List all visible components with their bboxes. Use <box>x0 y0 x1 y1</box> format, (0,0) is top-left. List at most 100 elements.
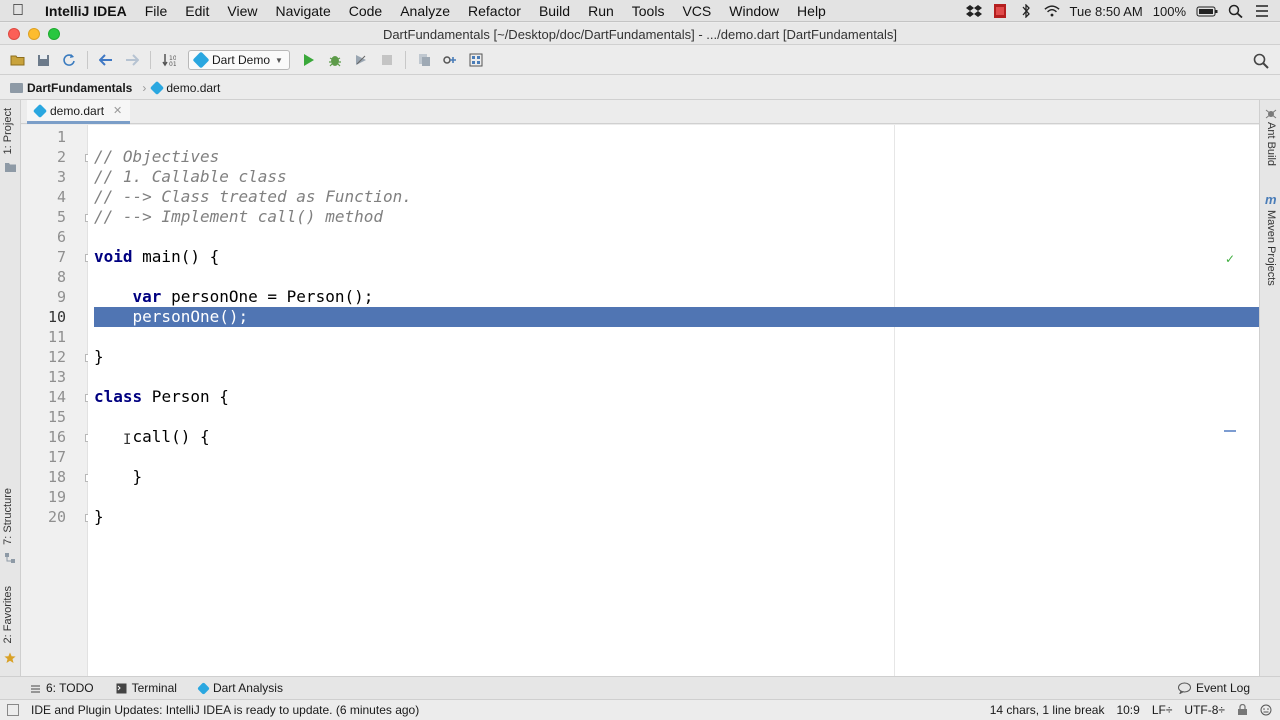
menu-vcs[interactable]: VCS <box>673 3 720 19</box>
back-arrow-icon[interactable] <box>95 49 117 71</box>
spotlight-search-icon[interactable] <box>1228 4 1244 18</box>
menu-build[interactable]: Build <box>530 3 579 19</box>
battery-icon[interactable] <box>1196 4 1218 18</box>
dart-file-icon <box>150 80 165 95</box>
toolbar-separator <box>87 51 88 69</box>
code-line[interactable] <box>94 367 1259 387</box>
dart-analysis-icon <box>197 681 210 695</box>
menu-view[interactable]: View <box>218 3 266 19</box>
breadcrumb-project[interactable]: DartFundamentals <box>10 81 142 95</box>
lock-icon[interactable] <box>1237 704 1248 716</box>
code-line[interactable]: class Person { <box>94 387 1259 407</box>
sync-icon[interactable] <box>58 49 80 71</box>
debug-icon[interactable] <box>324 49 346 71</box>
code-editor[interactable]: // Objectives// 1. Callable class// --> … <box>88 125 1259 676</box>
event-log-tool-button[interactable]: Event Log <box>1177 681 1250 695</box>
todo-icon <box>31 684 40 693</box>
run-configuration-dropdown[interactable]: Dart Demo ▼ <box>188 50 290 70</box>
clock[interactable]: Tue 8:50 AM <box>1070 4 1143 19</box>
status-message[interactable]: IDE and Plugin Updates: IntelliJ IDEA is… <box>0 703 419 717</box>
open-folder-icon[interactable] <box>6 49 28 71</box>
menu-code[interactable]: Code <box>340 3 391 19</box>
settings-icon[interactable] <box>439 49 461 71</box>
error-stripe-marker[interactable] <box>1224 430 1236 432</box>
search-everywhere-icon[interactable] <box>1250 50 1272 72</box>
code-keyword: void <box>94 247 133 266</box>
project-structure-icon[interactable] <box>465 49 487 71</box>
code-line[interactable]: // 1. Callable class <box>94 167 1259 187</box>
code-line[interactable]: var personOne = Person(); <box>94 287 1259 307</box>
close-icon[interactable]: ✕ <box>113 104 122 117</box>
favorites-tool-tab[interactable]: 2: Favorites <box>2 586 14 643</box>
chevron-down-icon: ▼ <box>275 55 283 65</box>
editor-gutter[interactable]: 1 2 3 4 5 6 7 8 9 10 11 12 13 14 15 16 17 18 19 20 <box>21 125 93 676</box>
code-line[interactable]: // --> Implement call() method <box>94 207 1259 227</box>
maven-icon: m <box>1265 192 1277 207</box>
breadcrumb-file-label: demo.dart <box>166 80 221 95</box>
code-line[interactable] <box>94 127 1259 147</box>
file-encoding[interactable]: UTF-8÷ <box>1184 703 1225 717</box>
menu-edit[interactable]: Edit <box>176 3 218 19</box>
run-icon[interactable] <box>298 49 320 71</box>
code-line[interactable] <box>94 227 1259 247</box>
menu-help[interactable]: Help <box>788 3 835 19</box>
window-title: DartFundamentals [~/Desktop/doc/DartFund… <box>382 27 898 42</box>
code-line[interactable]: personOne(); <box>94 307 1259 327</box>
apple-menu-icon[interactable]:  <box>0 2 36 20</box>
code-line[interactable]: call() { <box>94 427 1259 447</box>
ant-build-tool-tab[interactable]: Ant Build <box>1265 122 1277 166</box>
line-number: 7 <box>56 248 66 266</box>
code-line[interactable] <box>94 407 1259 427</box>
bluetooth-icon[interactable] <box>1018 4 1034 18</box>
menu-tools[interactable]: Tools <box>623 3 674 19</box>
breadcrumb-file[interactable]: demo.dart <box>150 80 230 95</box>
editor-tab-label: demo.dart <box>50 103 105 118</box>
code-line[interactable] <box>94 487 1259 507</box>
notification-center-icon[interactable] <box>1254 4 1270 18</box>
menu-navigate[interactable]: Navigate <box>266 3 339 19</box>
todo-tool-button[interactable]: 6: TODO <box>30 681 94 695</box>
code-line[interactable] <box>94 267 1259 287</box>
caret-position[interactable]: 10:9 <box>1116 703 1139 717</box>
terminal-tool-label: Terminal <box>131 681 177 695</box>
menu-app[interactable]: IntelliJ IDEA <box>36 3 136 19</box>
maven-projects-tool-tab[interactable]: Maven Projects <box>1265 210 1277 286</box>
line-number: 15 <box>47 408 66 426</box>
project-tool-tab[interactable]: 1: Project <box>2 108 14 154</box>
tool-windows-toggle-icon[interactable] <box>7 704 19 716</box>
code-line[interactable] <box>94 447 1259 467</box>
code-line[interactable] <box>94 327 1259 347</box>
code-line[interactable]: } <box>94 347 1259 367</box>
stop-icon[interactable] <box>376 49 398 71</box>
save-all-icon[interactable] <box>32 49 54 71</box>
code-line[interactable]: // Objectives <box>94 147 1259 167</box>
dart-analysis-tool-button[interactable]: Dart Analysis <box>197 681 283 695</box>
code-line[interactable]: void main() { <box>94 247 1259 267</box>
code-line[interactable]: } <box>94 507 1259 527</box>
terminal-tool-button[interactable]: Terminal <box>116 681 177 695</box>
line-number: 3 <box>56 168 66 186</box>
line-separator[interactable]: LF÷ <box>1152 703 1173 717</box>
menu-refactor[interactable]: Refactor <box>459 3 530 19</box>
run-with-coverage-icon[interactable] <box>350 49 372 71</box>
structure-tool-tab[interactable]: 7: Structure <box>2 488 14 545</box>
code-line[interactable]: // --> Class treated as Function. <box>94 187 1259 207</box>
wifi-icon[interactable] <box>1043 4 1060 18</box>
inspector-face-icon[interactable] <box>1260 704 1272 716</box>
battery-percent[interactable]: 100% <box>1153 4 1186 19</box>
menu-run[interactable]: Run <box>579 3 623 19</box>
build-project-icon[interactable]: 10 01 <box>158 49 180 71</box>
editor-tab-demo-dart[interactable]: demo.dart ✕ <box>27 100 131 124</box>
menu-window[interactable]: Window <box>720 3 788 19</box>
forward-arrow-icon[interactable] <box>121 49 143 71</box>
folder-icon <box>10 82 23 93</box>
menu-analyze[interactable]: Analyze <box>391 3 459 19</box>
code-line[interactable]: } <box>94 467 1259 487</box>
code-comment: // 1. Callable class <box>94 167 287 186</box>
recording-icon[interactable] <box>992 4 1008 18</box>
dropbox-icon[interactable] <box>965 4 982 18</box>
code-content[interactable]: // Objectives// 1. Callable class// --> … <box>94 127 1259 527</box>
menu-file[interactable]: File <box>136 3 177 19</box>
vcs-update-icon[interactable] <box>413 49 435 71</box>
line-number: 12 <box>47 348 66 366</box>
